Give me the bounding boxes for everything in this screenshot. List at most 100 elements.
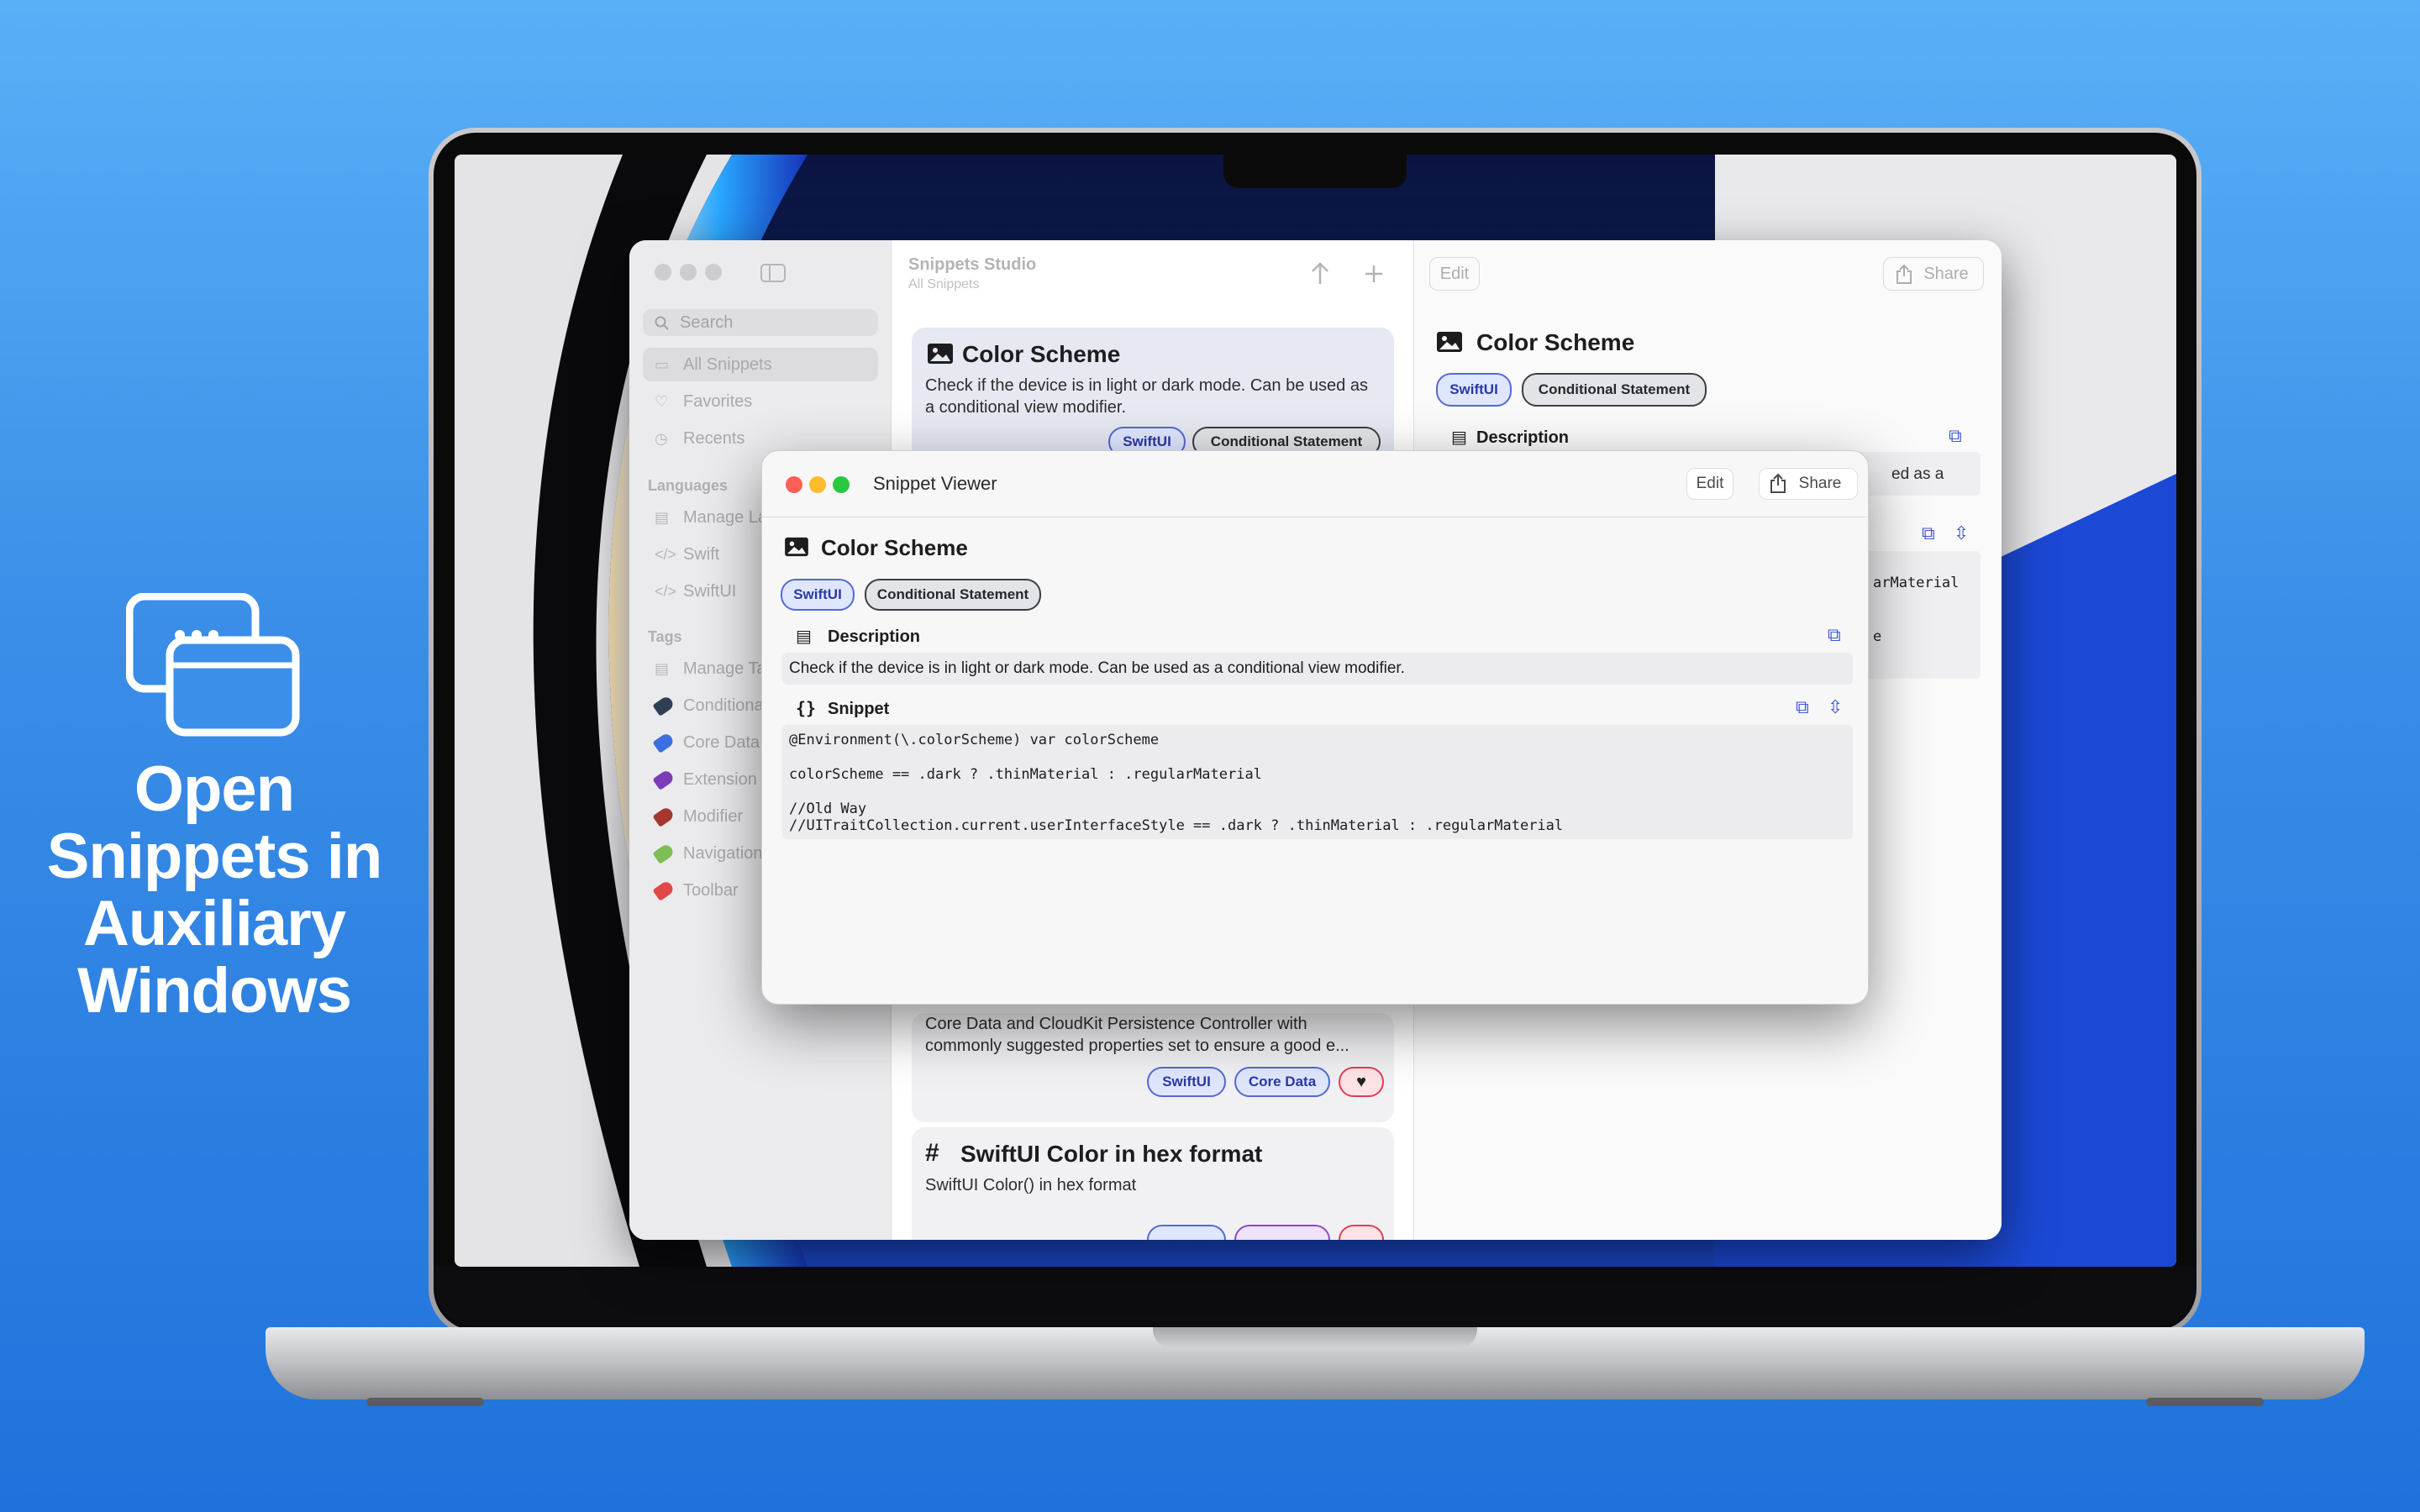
code-line: //Old Way bbox=[789, 801, 867, 817]
sidebar-item-label: Recents bbox=[683, 429, 745, 448]
sidebar-item-label: Toolbar bbox=[683, 881, 739, 900]
close-window-button[interactable] bbox=[655, 264, 671, 281]
snippet-card[interactable]: Color Scheme Check if the device is in l… bbox=[912, 328, 1394, 462]
description-label: Description bbox=[828, 627, 921, 646]
tag-icon bbox=[652, 769, 676, 790]
snippet-title: Color Scheme bbox=[821, 535, 968, 560]
tag-chip[interactable] bbox=[1234, 1225, 1330, 1240]
folder-icon: ▭ bbox=[655, 356, 670, 373]
close-window-button[interactable] bbox=[786, 476, 802, 493]
snippet-header: {} Snippet bbox=[796, 698, 889, 719]
code-text: e bbox=[1873, 628, 1882, 645]
copy-icon[interactable]: ⧉ bbox=[1828, 626, 1841, 644]
promo-line: Windows bbox=[77, 955, 352, 1026]
description-header: ▤ Description bbox=[796, 626, 920, 647]
sidebar-item-label: Extension bbox=[683, 770, 757, 789]
snippet-card[interactable]: Core Data and CloudKit Persistence Contr… bbox=[912, 1013, 1394, 1122]
code-icon: </> bbox=[655, 583, 677, 600]
copy-icon[interactable]: ⧉ bbox=[1949, 427, 1962, 445]
copy-icon[interactable]: ⧉ bbox=[1796, 698, 1809, 717]
promo-headline: Open Snippets in Auxiliary Windows bbox=[25, 756, 403, 1025]
expand-icon[interactable]: ⇳ bbox=[1954, 524, 1969, 543]
minimize-window-button[interactable] bbox=[680, 264, 697, 281]
app-subtitle: All Snippets bbox=[908, 277, 980, 291]
share-button-label: Share bbox=[1923, 265, 1969, 283]
tag-chip[interactable]: SwiftUI bbox=[781, 579, 855, 611]
braces-icon: {} bbox=[796, 698, 817, 718]
promo-line: Snippets in bbox=[46, 821, 383, 892]
sidebar-item-label: All Snippets bbox=[683, 355, 772, 374]
favorite-heart-icon[interactable] bbox=[1339, 1225, 1384, 1240]
code-line: //UITraitCollection.current.userInterfac… bbox=[789, 817, 1564, 834]
card-description: SwiftUI Color() in hex format bbox=[925, 1176, 1137, 1194]
tag-icon bbox=[652, 879, 676, 901]
heart-icon: ♡ bbox=[655, 393, 669, 410]
sidebar-item-all-snippets[interactable]: ▭ All Snippets bbox=[643, 348, 878, 381]
doc-icon: ▤ bbox=[1451, 428, 1467, 447]
share-icon bbox=[1770, 473, 1786, 493]
snippet-viewer-window: Snippet Viewer Edit Share Color Scheme S… bbox=[761, 450, 1869, 1005]
tag-chip[interactable]: Conditional Statement bbox=[865, 579, 1041, 611]
tag-chip[interactable]: Core Data bbox=[1234, 1067, 1330, 1097]
code-line: colorScheme == .dark ? .thinMaterial : .… bbox=[789, 766, 1262, 783]
snippet-card[interactable]: # SwiftUI Color in hex format SwiftUI Co… bbox=[912, 1127, 1394, 1240]
share-button-label: Share bbox=[1798, 475, 1842, 492]
languages-header: Languages bbox=[648, 477, 729, 494]
manage-icon: ▤ bbox=[655, 660, 670, 677]
promo-line: Auxiliary bbox=[82, 888, 346, 959]
sidebar-item-favorites[interactable]: ♡ Favorites bbox=[643, 385, 878, 418]
tag-icon bbox=[652, 732, 676, 753]
photo-icon bbox=[785, 537, 808, 557]
clock-icon: ◷ bbox=[655, 430, 668, 447]
doc-icon: ▤ bbox=[796, 627, 812, 646]
photo-icon bbox=[928, 344, 953, 364]
promo-line: Open bbox=[134, 753, 295, 825]
sidebar-item-label: Favorites bbox=[683, 392, 753, 411]
hash-icon: # bbox=[925, 1139, 939, 1167]
expand-icon[interactable]: ⇳ bbox=[1828, 698, 1843, 717]
description-box: Check if the device is in light or dark … bbox=[782, 653, 1853, 685]
sidebar-item-label: Swift bbox=[683, 545, 720, 564]
tag-icon bbox=[652, 843, 676, 864]
sidebar-item-label: Navigation bbox=[683, 844, 763, 863]
share-icon bbox=[1897, 264, 1912, 284]
search-icon bbox=[655, 316, 669, 330]
card-title: SwiftUI Color in hex format bbox=[960, 1141, 1263, 1167]
copy-icon[interactable]: ⧉ bbox=[1922, 524, 1935, 543]
tag-icon bbox=[652, 695, 676, 717]
zoom-window-button[interactable] bbox=[705, 264, 722, 281]
sidebar-item-label: Modifier bbox=[683, 807, 744, 826]
app-title: Snippets Studio bbox=[908, 255, 1037, 274]
sidebar-item-label: Core Data bbox=[683, 733, 760, 752]
favorite-heart-icon[interactable]: ♥ bbox=[1339, 1067, 1384, 1097]
code-text: arMaterial bbox=[1873, 575, 1960, 591]
minimize-window-button[interactable] bbox=[809, 476, 826, 493]
sidebar-item-label: SwiftUI bbox=[683, 582, 737, 601]
sidebar-toggle-icon[interactable] bbox=[760, 264, 786, 282]
edit-button[interactable]: Edit bbox=[1429, 257, 1480, 291]
code-box: @Environment(\.colorScheme) var colorSch… bbox=[782, 725, 1853, 839]
description-text: Check if the device is in light or dark … bbox=[789, 659, 1405, 677]
card-title: Color Scheme bbox=[962, 341, 1121, 367]
windows-stack-icon bbox=[126, 593, 300, 737]
zoom-window-button[interactable] bbox=[833, 476, 850, 493]
add-snippet-icon[interactable] bbox=[1364, 264, 1384, 284]
tag-icon bbox=[652, 806, 676, 827]
search-input[interactable]: Search bbox=[643, 309, 878, 336]
bottom-bezel bbox=[434, 1267, 2196, 1326]
description-label-text: Description bbox=[1476, 428, 1570, 447]
laptop-foot bbox=[366, 1398, 484, 1406]
tag-chip[interactable]: SwiftUI bbox=[1436, 373, 1512, 407]
laptop-foot bbox=[2146, 1398, 2264, 1406]
sort-arrow-icon[interactable] bbox=[1310, 260, 1330, 286]
tag-chip[interactable] bbox=[1147, 1225, 1226, 1240]
tag-chip[interactable]: Conditional Statement bbox=[1522, 373, 1707, 407]
tag-chip[interactable]: SwiftUI bbox=[1147, 1067, 1226, 1097]
manage-icon: ▤ bbox=[655, 509, 670, 526]
card-description: Check if the device is in light or dark … bbox=[925, 376, 1368, 417]
description-label: ▤ Description bbox=[1451, 427, 1569, 448]
edit-button[interactable]: Edit bbox=[1686, 468, 1733, 500]
description-text: ed as a bbox=[1891, 465, 1944, 483]
photo-icon bbox=[1437, 332, 1462, 352]
tags-header: Tags bbox=[648, 628, 682, 645]
